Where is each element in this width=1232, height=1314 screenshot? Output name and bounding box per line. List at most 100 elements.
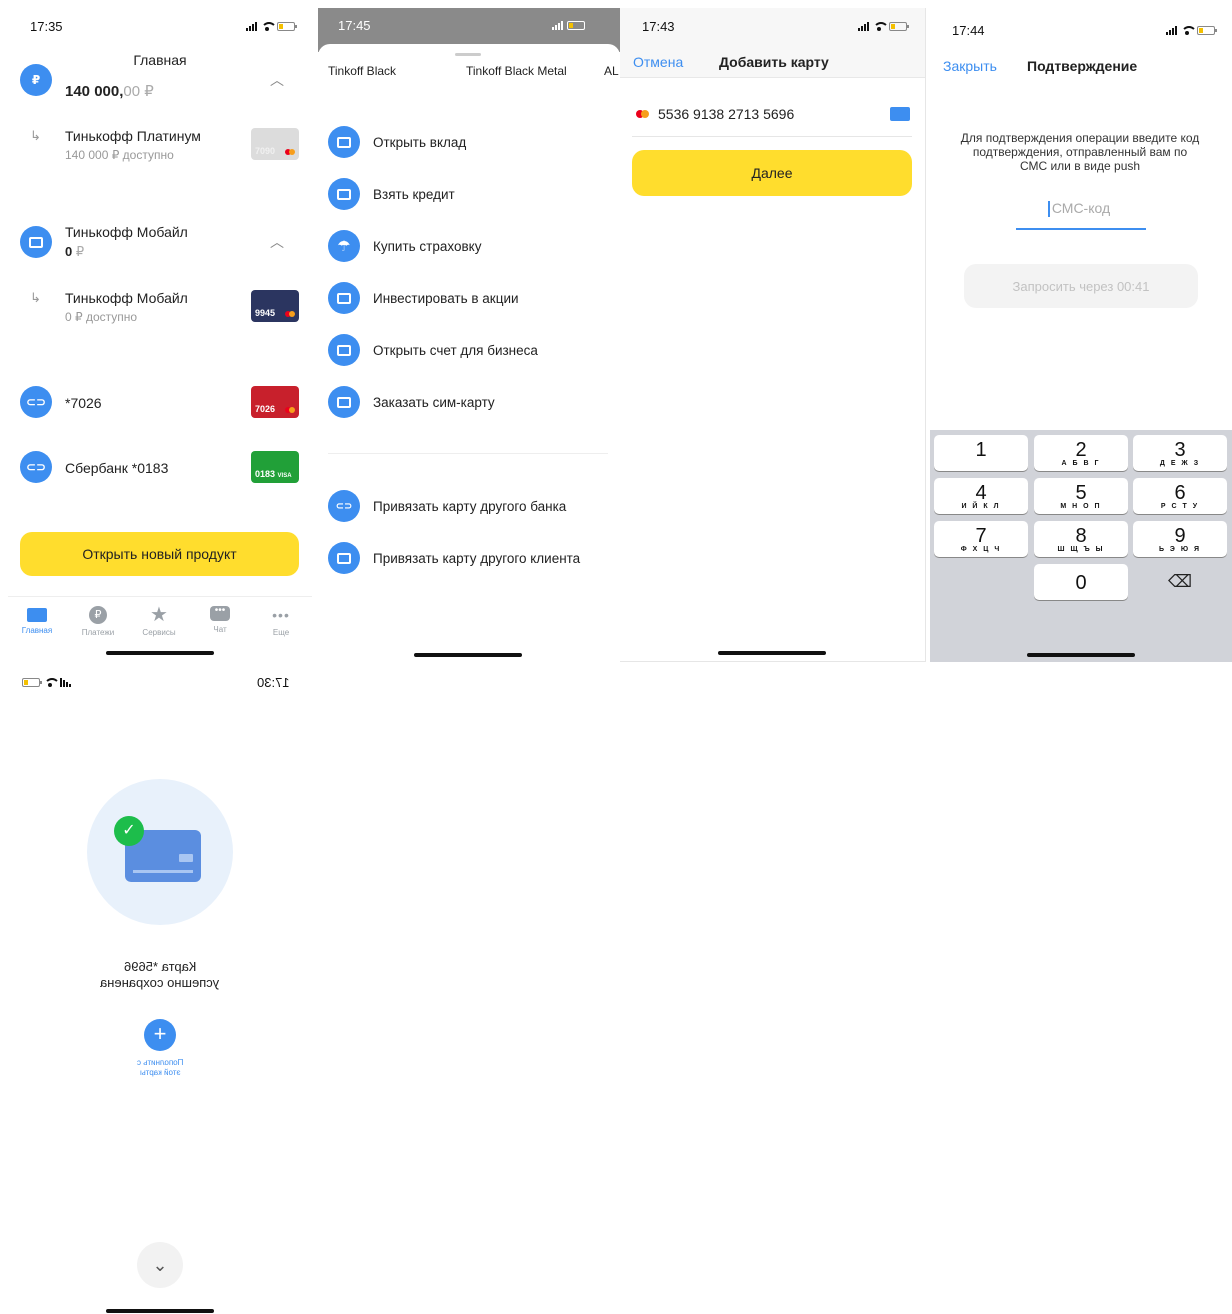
status-icons [1166,25,1217,35]
screen-add-card: 17:43 Отмена Добавить карту 5536 9138 27… [620,8,926,662]
sub-arrow-icon: ↳ [30,290,41,305]
delete-icon[interactable]: ⌫ [1168,572,1192,592]
success-check-icon: ✓ [114,816,144,846]
account-balance: 0 ₽ [65,244,85,259]
divider [632,136,912,137]
battery-icon [277,21,297,31]
mastercard-icon [285,149,295,155]
tab-tinkoff-black[interactable]: Tinkoff Black [328,64,396,78]
menu-take-credit[interactable]: Взять кредит [328,176,455,212]
account-available: 140 000 ₽ доступно [65,148,174,162]
safe-icon [328,126,360,158]
chevron-down-icon[interactable]: ⌄ [137,1242,183,1288]
key-4[interactable]: 4И Й К Л [934,478,1028,514]
link-icon: ⊂⊃ [328,490,360,522]
sms-code-input[interactable]: СМС-код [1016,200,1146,216]
key-8[interactable]: 8Ш Щ Ъ Ы [1034,521,1128,557]
battery-icon [889,21,909,31]
add-circle-icon[interactable]: + [144,1019,176,1051]
chevron-up-icon[interactable]: ︿ [270,232,284,252]
account-name[interactable]: *7026 [65,395,102,411]
account-name[interactable]: Сбербанк *0183 [65,460,168,476]
status-time: 17:43 [642,19,675,34]
tab-chat[interactable]: ••• Чат [193,606,247,634]
menu-link-other-bank-card[interactable]: ⊂⊃ Привязать карту другого банка [328,488,566,524]
key-2[interactable]: 2А Б В Г [1034,435,1128,471]
signal-icon [858,21,869,31]
screen-card-saved: 17:30 ✓ Карта *5696 успешно сохранена + … [8,664,312,1314]
tab-tinkoff-black-metal[interactable]: Tinkoff Black Metal [466,64,567,78]
cash-icon [328,178,360,210]
topup-from-card-link[interactable]: Пополнить с этой карты [8,1058,312,1078]
signal-icon [1166,25,1177,35]
key-3[interactable]: 3Д Е Ж З [1133,435,1227,471]
ruble-icon[interactable]: ₽ [20,64,52,96]
scan-card-icon[interactable] [890,107,910,121]
account-name[interactable]: Тинькофф Мобайл [65,290,188,306]
card-icon [328,542,360,574]
account-available: 0 ₽ доступно [65,310,138,324]
card-icon [27,608,47,622]
key-1[interactable]: 1 [934,435,1028,471]
wifi-icon [873,21,889,31]
tab-payments[interactable]: ₽ Платежи [71,606,125,637]
next-button[interactable]: Далее [632,150,912,196]
card-thumb-7026[interactable]: 7026 [251,386,299,418]
ruble-icon: ₽ [89,606,107,624]
status-time: 17:35 [30,19,63,34]
key-7[interactable]: 7Ф Х Ц Ч [934,521,1028,557]
star-icon: ★ [150,604,168,626]
status-icons [552,20,587,30]
menu-business-account[interactable]: Открыть счет для бизнеса [328,332,538,368]
sheet-handle[interactable] [455,53,481,56]
success-message: Карта *5696 успешно сохранена [100,959,220,990]
card-thumb-sber[interactable]: 0183 VISA [251,451,299,483]
card-thumb-platinum[interactable]: 7090 [251,128,299,160]
account-name[interactable]: Тинькофф Мобайл [65,224,188,240]
chevron-up-icon[interactable]: ︿ [270,70,284,90]
status-icons [858,21,909,31]
wifi-icon [261,21,277,31]
account-balance: 140 000,00 ₽ [65,83,154,100]
key-5[interactable]: 5М Н О П [1034,478,1128,514]
menu-link-other-client-card[interactable]: Привязать карту другого клиента [328,540,580,576]
open-new-product-button[interactable]: Открыть новый продукт [20,532,299,576]
home-indicator [414,653,522,657]
screen-main: 17:35 Главная ₽ 140 000,00 ₽ ︿ ↳ Тинькоф… [8,8,312,662]
card-number-input[interactable]: 5536 9138 2713 5696 [658,106,794,122]
home-indicator [106,1309,214,1313]
status-time: 17:44 [952,23,985,38]
mastercard-icon [285,311,295,317]
key-9[interactable]: 9Ь Э Ю Я [1133,521,1227,557]
menu-invest[interactable]: Инвестировать в акции [328,280,519,316]
key-0[interactable]: 0 [1034,564,1128,600]
signal-icon [60,677,71,687]
page-title: Добавить карту [719,54,829,70]
link-icon[interactable]: ⊂⊃ [20,451,52,483]
account-name[interactable]: Тинькофф Платинум [65,128,201,144]
battery-icon [1197,25,1217,35]
link-icon[interactable]: ⊂⊃ [20,386,52,418]
tab-main[interactable]: Главная [10,606,64,635]
signal-icon [552,20,563,30]
tab-all[interactable]: AL [604,64,619,78]
close-button[interactable]: Закрыть [943,58,997,74]
sim-icon[interactable] [20,226,52,258]
resend-code-button[interactable]: Запросить через 00:41 [964,264,1198,308]
card-thumb-mobile[interactable]: 9945 [251,290,299,322]
screen-new-product: 17:45 Tinkoff Black Tinkoff Black Metal … [318,8,620,662]
cancel-button[interactable]: Отмена [633,54,683,70]
status-time: 17:45 [338,18,371,33]
tab-services[interactable]: ★ Сервисы [132,604,186,637]
tab-more[interactable]: ••• Еще [254,606,308,637]
menu-open-deposit[interactable]: Открыть вклад [328,124,466,160]
key-6[interactable]: 6Р С Т У [1133,478,1227,514]
home-indicator [1027,653,1135,657]
page-title: Подтверждение [1027,58,1138,74]
home-indicator [106,651,214,655]
screen-confirmation: 17:44 Закрыть Подтверждение Для подтверж… [930,8,1232,662]
battery-icon [567,20,587,30]
menu-order-sim[interactable]: Заказать сим-карту [328,384,495,420]
menu-buy-insurance[interactable]: ☂ Купить страховку [328,228,481,264]
divider [328,453,608,454]
